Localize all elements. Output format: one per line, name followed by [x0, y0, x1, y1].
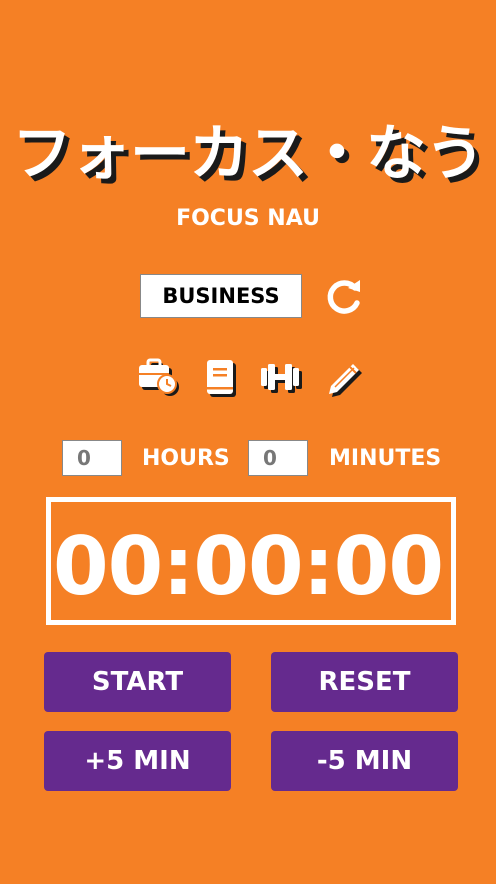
- timer-display: 00:00:00: [53, 520, 444, 613]
- app-title-japanese: フォーカス・なう: [12, 119, 485, 189]
- briefcase-clock-icon[interactable]: [136, 356, 180, 400]
- reset-button[interactable]: RESET: [271, 652, 458, 712]
- book-icon[interactable]: [198, 356, 242, 400]
- dumbbell-icon[interactable]: [259, 356, 303, 400]
- minutes-label: MINUTES: [329, 446, 442, 471]
- minutes-input[interactable]: 0: [248, 440, 308, 476]
- category-icon-row: [0, 356, 496, 402]
- add-5-min-button[interactable]: +5 MIN: [44, 731, 231, 791]
- category-selector[interactable]: BUSINESS: [140, 274, 302, 318]
- app-title-english: FOCUS NAU: [176, 206, 320, 231]
- hours-input[interactable]: 0: [62, 440, 122, 476]
- hours-label: HOURS: [142, 446, 230, 471]
- subtract-5-min-button[interactable]: -5 MIN: [271, 731, 458, 791]
- start-button[interactable]: START: [44, 652, 231, 712]
- pencil-icon[interactable]: [323, 356, 367, 400]
- refresh-icon[interactable]: [324, 276, 364, 316]
